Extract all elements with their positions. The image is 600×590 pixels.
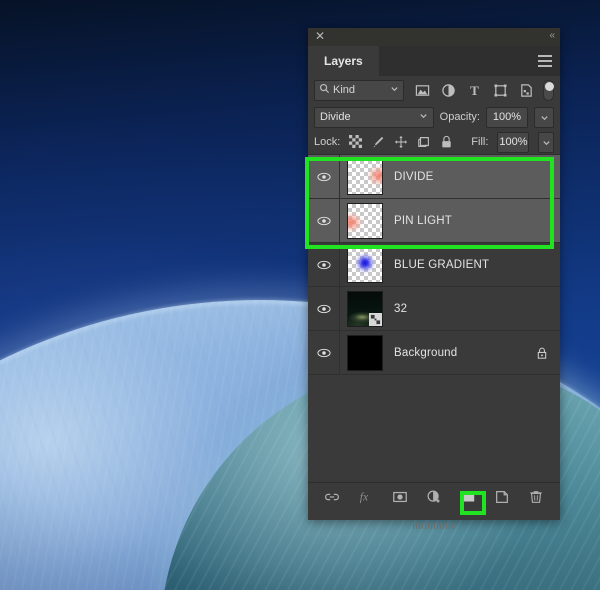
layer-visibility-toggle[interactable] [308, 331, 340, 374]
table-row[interactable]: 32 [308, 287, 560, 331]
panel-resize-grip[interactable] [413, 523, 455, 529]
collapse-double-chevron-icon[interactable]: « [549, 31, 554, 41]
new-group-button[interactable] [460, 489, 476, 505]
lock-label: Lock: [314, 136, 341, 148]
layer-list: DIVIDE PIN LIGHT BLUE GRADIENT 32 Backgr… [308, 155, 560, 482]
table-row[interactable]: Background [308, 331, 560, 375]
blend-mode-select[interactable]: Divide [314, 106, 434, 128]
panel-tab-row: Layers [308, 46, 560, 76]
filter-shape-icon[interactable] [493, 83, 508, 98]
opacity-label: Opacity: [439, 111, 480, 123]
layer-name: DIVIDE [394, 170, 434, 183]
layer-visibility-toggle[interactable] [308, 287, 340, 330]
add-layer-mask-button[interactable] [392, 489, 408, 505]
fill-label: Fill: [471, 136, 489, 148]
link-layers-button[interactable] [324, 489, 340, 505]
tab-layers-label: Layers [324, 54, 363, 68]
layer-visibility-toggle[interactable] [308, 199, 340, 242]
layer-thumbnail[interactable] [347, 246, 383, 283]
opacity-stepper-chevron-icon[interactable] [534, 106, 554, 128]
filter-pixel-icon[interactable] [415, 83, 430, 98]
layer-name: Background [394, 346, 458, 359]
panel-menu-icon[interactable] [538, 55, 552, 67]
lock-transparent-pixels-icon[interactable] [349, 135, 363, 149]
filter-type-icons: T [415, 83, 534, 98]
table-row[interactable]: PIN LIGHT [308, 199, 560, 243]
filter-smartobject-icon[interactable] [519, 83, 534, 98]
filter-kind-label: Kind [333, 84, 356, 96]
lock-row: Lock: Fill: 100% [308, 130, 560, 155]
layer-name: BLUE GRADIENT [394, 258, 490, 271]
layer-thumbnail[interactable] [347, 290, 383, 327]
filter-adjustment-icon[interactable] [441, 83, 456, 98]
close-icon[interactable]: ✕ [314, 30, 326, 42]
panel-footer-strip [308, 510, 560, 529]
new-layer-button[interactable] [494, 489, 510, 505]
filter-type-icon[interactable]: T [467, 83, 482, 98]
filter-enable-toggle[interactable] [542, 79, 554, 101]
panel-titlebar: ✕ « [308, 28, 560, 46]
tab-layers[interactable]: Layers [308, 46, 379, 76]
table-row[interactable]: DIVIDE [308, 155, 560, 199]
blend-mode-row: Divide Opacity: 100% [308, 104, 560, 130]
svg-text:T: T [470, 83, 479, 98]
layer-visibility-toggle[interactable] [308, 243, 340, 286]
opacity-input[interactable]: 100% [486, 106, 528, 128]
lock-artboard-nesting-icon[interactable] [417, 135, 431, 149]
layers-panel-toolbar: fx [308, 482, 560, 510]
table-row[interactable]: BLUE GRADIENT [308, 243, 560, 287]
layer-visibility-toggle[interactable] [308, 155, 340, 198]
search-icon [319, 83, 330, 97]
fill-input[interactable]: 100% [497, 131, 530, 153]
thumbnail-content-divide [348, 159, 382, 194]
fill-stepper-chevron-icon[interactable] [538, 131, 554, 153]
layer-style-button[interactable]: fx [358, 489, 374, 505]
lock-image-pixels-icon[interactable] [371, 135, 385, 149]
thumbnail-content-pin-light [348, 203, 382, 238]
layer-locked-icon [536, 346, 548, 359]
blend-mode-value: Divide [320, 111, 351, 123]
chevron-down-icon [419, 111, 428, 123]
layer-name: 32 [394, 302, 408, 315]
lock-all-icon[interactable] [440, 135, 453, 149]
layers-panel: ✕ « Layers Kind T Divide Opacity: 100% L… [308, 28, 560, 529]
new-adjustment-layer-button[interactable] [426, 489, 442, 505]
lock-position-icon[interactable] [394, 135, 408, 149]
layer-thumbnail[interactable] [347, 334, 383, 371]
svg-text:fx: fx [360, 491, 369, 503]
layer-name: PIN LIGHT [394, 214, 453, 227]
layer-thumbnail[interactable] [347, 202, 383, 239]
filter-kind-select[interactable]: Kind [314, 79, 404, 101]
chevron-down-icon [390, 84, 399, 96]
thumbnail-content-blue-gradient [348, 247, 382, 282]
layer-filter-row: Kind T [308, 76, 560, 104]
layer-thumbnail[interactable] [347, 158, 383, 195]
smart-object-badge-icon [369, 312, 382, 326]
delete-layer-button[interactable] [528, 489, 544, 505]
